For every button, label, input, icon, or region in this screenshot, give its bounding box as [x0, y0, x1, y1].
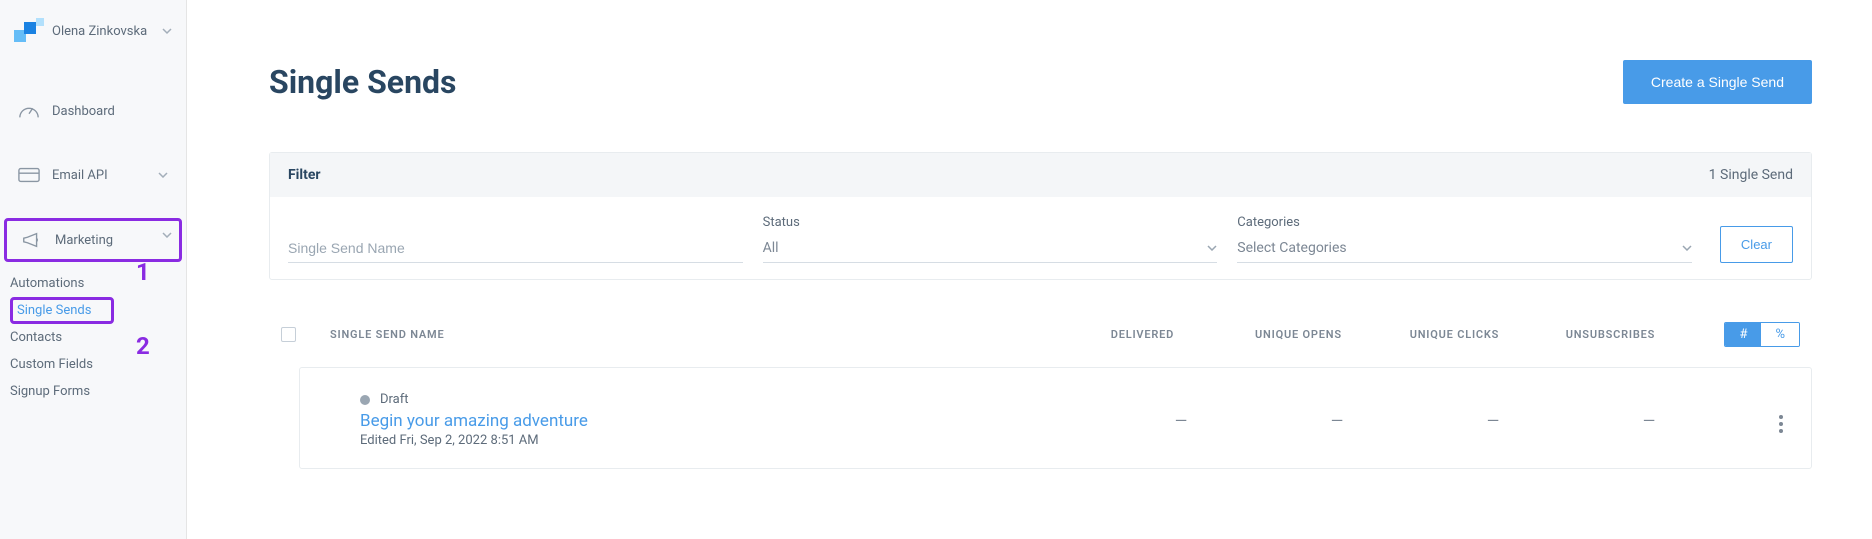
row-actions-button[interactable]	[1727, 407, 1799, 433]
th-clicks: UNIQUE CLICKS	[1376, 328, 1532, 341]
nav-label: Marketing	[55, 233, 165, 248]
nav-email-api[interactable]: Email API	[0, 154, 186, 196]
sidebar: Olena Zinkovska Dashboard Email API Mark…	[0, 0, 187, 539]
table-header: SINGLE SEND NAME DELIVERED UNIQUE OPENS …	[269, 322, 1812, 367]
page-header: Single Sends Create a Single Send	[269, 60, 1812, 104]
status-select[interactable]: All	[763, 234, 1218, 263]
status-line: Draft	[360, 392, 1103, 407]
clear-button[interactable]: Clear	[1720, 226, 1793, 263]
kebab-icon	[1779, 415, 1783, 433]
chevron-down-icon	[162, 26, 172, 36]
categories-label: Categories	[1237, 215, 1692, 230]
cell-delivered: —	[1103, 411, 1259, 430]
sub-signup-forms[interactable]: Signup Forms	[10, 378, 186, 405]
th-name: SINGLE SEND NAME	[330, 328, 1064, 341]
th-unsubs: UNSUBSCRIBES	[1532, 328, 1688, 341]
send-meta: Edited Fri, Sep 2, 2022 8:51 AM	[360, 433, 1103, 448]
nav-label: Email API	[52, 168, 158, 183]
filter-body: Status All Categories Select Categories …	[270, 197, 1811, 279]
app-logo-icon	[14, 18, 40, 44]
categories-placeholder: Select Categories	[1237, 240, 1346, 256]
th-opens: UNIQUE OPENS	[1220, 328, 1376, 341]
chevron-down-icon	[162, 232, 172, 238]
nav-section: Dashboard Email API Marketing Automation…	[0, 90, 186, 405]
display-toggle: # %	[1724, 322, 1800, 347]
toggle-hash[interactable]: #	[1725, 323, 1761, 346]
chevron-down-icon	[158, 172, 168, 178]
categories-select[interactable]: Select Categories	[1237, 234, 1692, 263]
select-all-checkbox[interactable]	[281, 327, 296, 342]
sub-automations[interactable]: Automations	[10, 270, 186, 297]
nav-dashboard[interactable]: Dashboard	[0, 90, 186, 132]
status-dot-icon	[360, 395, 370, 405]
annotation-2: 2	[136, 332, 150, 360]
megaphone-icon	[21, 231, 43, 249]
marketing-subnav: Automations Single Sends Contacts Custom…	[0, 268, 186, 405]
row-main: Draft Begin your amazing adventure Edite…	[360, 392, 1103, 448]
card-icon	[18, 166, 40, 184]
user-menu[interactable]: Olena Zinkovska	[0, 0, 186, 62]
status-value: All	[763, 240, 779, 256]
page-title: Single Sends	[269, 63, 456, 101]
gauge-icon	[18, 102, 40, 120]
sub-contacts[interactable]: Contacts	[10, 324, 186, 351]
main-content: Single Sends Create a Single Send Filter…	[187, 0, 1872, 539]
annotation-1: 1	[136, 258, 150, 286]
nav-label: Dashboard	[52, 104, 168, 119]
toggle-percent[interactable]: %	[1761, 323, 1799, 346]
chevron-down-icon	[1682, 245, 1692, 251]
filter-title: Filter	[288, 167, 321, 183]
send-title-link[interactable]: Begin your amazing adventure	[360, 411, 1103, 431]
result-count: 1 Single Send	[1709, 167, 1793, 183]
user-name: Olena Zinkovska	[52, 24, 162, 39]
filter-panel: Filter 1 Single Send Status All Categori…	[269, 152, 1812, 280]
filter-header: Filter 1 Single Send	[270, 153, 1811, 197]
create-single-send-button[interactable]: Create a Single Send	[1623, 60, 1812, 104]
th-delivered: DELIVERED	[1064, 328, 1220, 341]
chevron-down-icon	[1207, 245, 1217, 251]
cell-opens: —	[1259, 411, 1415, 430]
status-label: Status	[763, 215, 1218, 230]
cell-unsubs: —	[1571, 411, 1727, 430]
cell-clicks: —	[1415, 411, 1571, 430]
nav-marketing[interactable]: Marketing	[4, 218, 182, 262]
filter-name-input[interactable]	[288, 234, 743, 263]
table-row: Draft Begin your amazing adventure Edite…	[299, 367, 1812, 469]
sub-single-sends[interactable]: Single Sends	[10, 297, 114, 324]
sub-custom-fields[interactable]: Custom Fields	[10, 351, 186, 378]
status-text: Draft	[380, 392, 409, 407]
